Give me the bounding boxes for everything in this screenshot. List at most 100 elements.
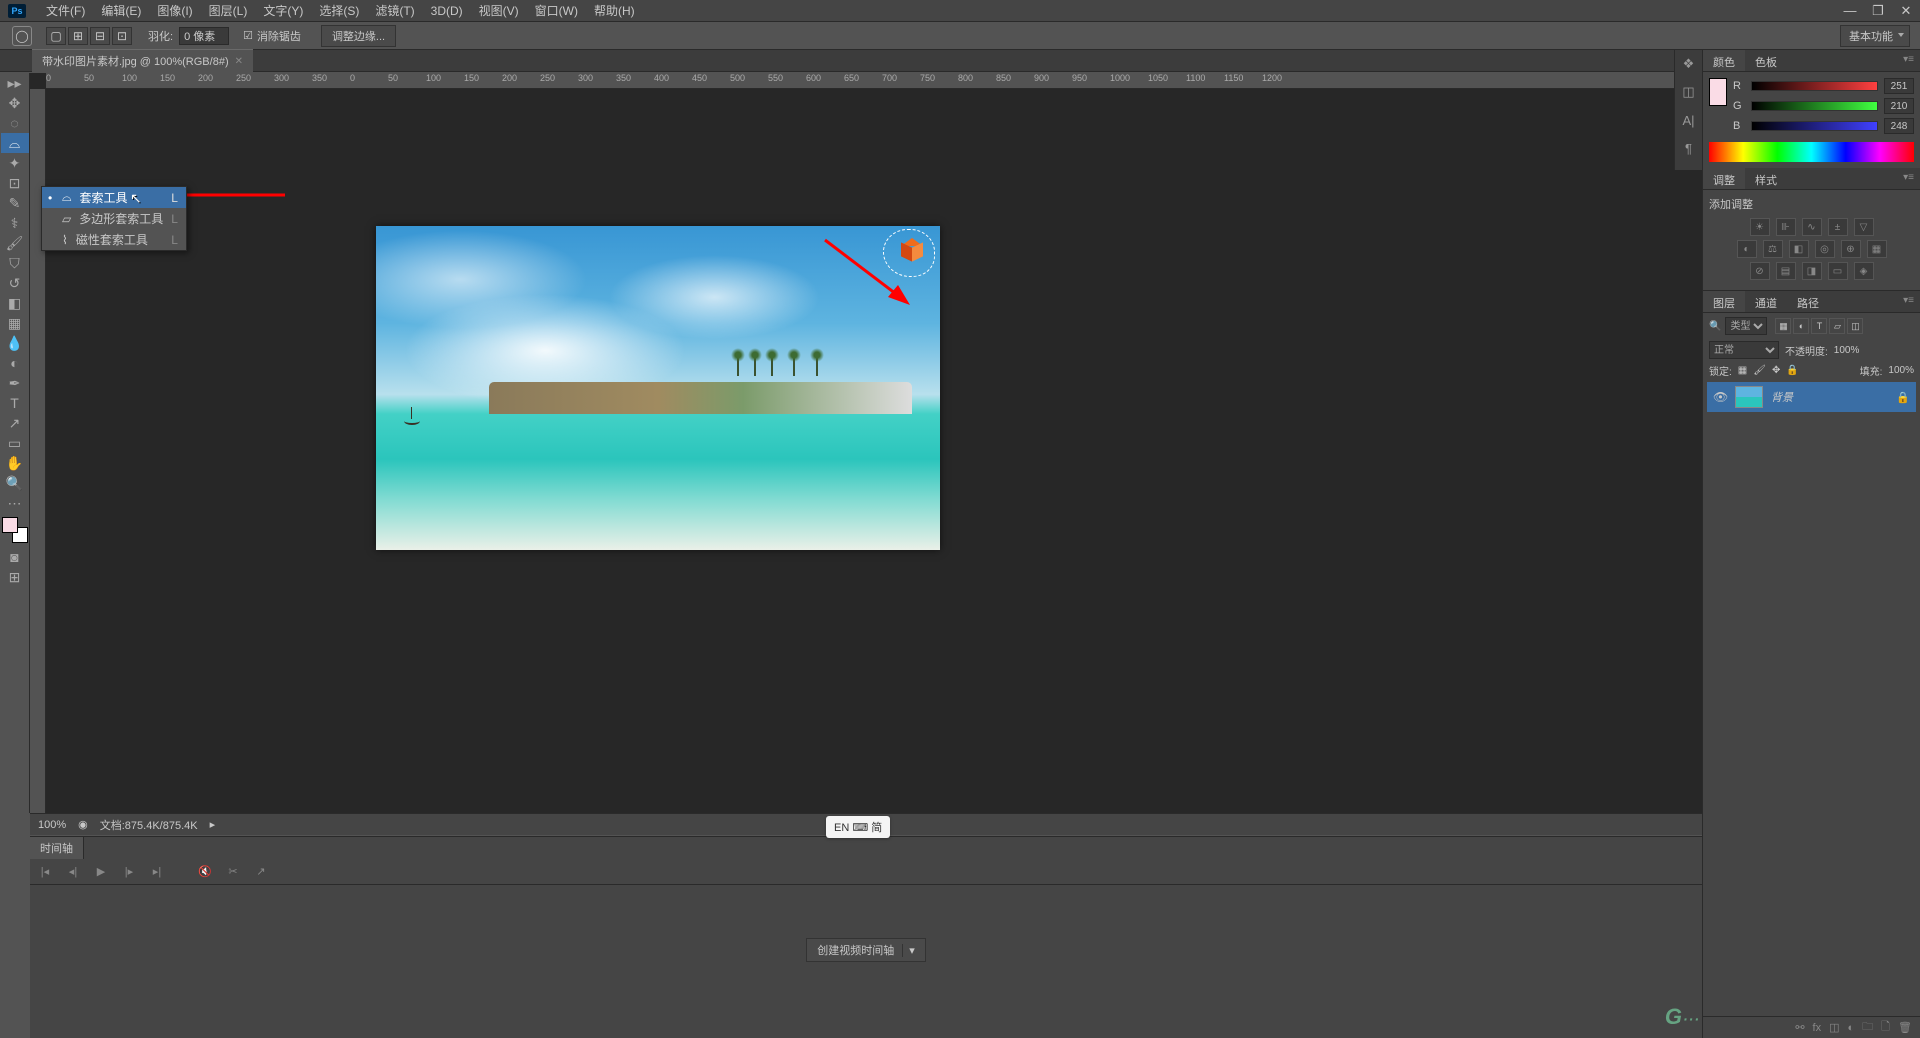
flyout-item-magnetic-lasso[interactable]: • ⌇ 磁性套索工具 L [42, 229, 186, 250]
hand-tool-icon[interactable]: ✋ [1, 453, 29, 473]
shape-tool-icon[interactable]: ▭ [1, 433, 29, 453]
flyout-item-polygonal-lasso[interactable]: • ▱ 多边形套索工具 L [42, 208, 186, 229]
menu-window[interactable]: 窗口(W) [527, 2, 586, 19]
lock-position-icon[interactable]: ✥ [1772, 365, 1780, 376]
r-slider[interactable] [1751, 81, 1878, 91]
document-tab-close-icon[interactable]: ✕ [235, 56, 243, 67]
blur-tool-icon[interactable]: 💧 [1, 333, 29, 353]
filter-adjustment-icon[interactable]: ◐ [1793, 318, 1809, 334]
goto-first-frame-icon[interactable]: |◂ [36, 865, 54, 878]
opacity-value[interactable]: 100% [1834, 345, 1860, 356]
path-selection-tool-icon[interactable]: ↗ [1, 413, 29, 433]
filter-shape-icon[interactable]: ▱ [1829, 318, 1845, 334]
selection-intersect-icon[interactable]: ⊡ [112, 27, 132, 45]
vibrance-icon[interactable]: ▽ [1854, 218, 1874, 236]
curves-icon[interactable]: ∿ [1802, 218, 1822, 236]
tab-adjustments[interactable]: 调整 [1703, 168, 1745, 189]
layer-thumbnail[interactable] [1735, 386, 1763, 408]
layer-fx-icon[interactable]: fx [1813, 1022, 1822, 1034]
selection-add-icon[interactable]: ⊞ [68, 27, 88, 45]
panel-menu-icon[interactable]: ▾≡ [1897, 50, 1920, 71]
clone-stamp-tool-icon[interactable]: ⛉ [1, 253, 29, 273]
color-balance-icon[interactable]: ⚖ [1763, 240, 1783, 258]
invert-icon[interactable]: ⊘ [1750, 262, 1770, 280]
goto-last-frame-icon[interactable]: ▸| [148, 865, 166, 878]
tab-paths[interactable]: 路径 [1787, 291, 1829, 312]
magic-wand-tool-icon[interactable]: ✦ [1, 153, 29, 173]
tab-styles[interactable]: 样式 [1745, 168, 1787, 189]
exposure-icon[interactable]: ± [1828, 218, 1848, 236]
menu-3d[interactable]: 3D(D) [423, 4, 471, 18]
screen-mode-tool-icon[interactable]: ⊞ [1, 567, 29, 587]
b-value-input[interactable]: 248 [1884, 118, 1914, 134]
menu-select[interactable]: 选择(S) [311, 2, 367, 19]
menu-layer[interactable]: 图层(L) [201, 2, 256, 19]
audio-mute-icon[interactable]: 🔇 [196, 865, 214, 878]
gradient-map-icon[interactable]: ▭ [1828, 262, 1848, 280]
chevron-down-icon[interactable]: ▾ [902, 944, 915, 957]
layer-mask-icon[interactable]: ◫ [1829, 1021, 1839, 1034]
marquee-tool-icon[interactable]: ◌ [1, 113, 29, 133]
fill-value[interactable]: 100% [1888, 365, 1914, 376]
menu-type[interactable]: 文字(Y) [255, 2, 311, 19]
feather-input[interactable]: 0 像素 [179, 27, 229, 45]
menu-edit[interactable]: 编辑(E) [93, 2, 149, 19]
antialias-checkbox[interactable]: ☑ 消除锯齿 [243, 28, 301, 44]
move-tool-icon[interactable]: ✥ [1, 93, 29, 113]
lasso-tool-icon[interactable]: ⌓ [1, 133, 29, 153]
dodge-tool-icon[interactable]: ◐ [1, 353, 29, 373]
timeline-tab[interactable]: 时间轴 [30, 837, 84, 859]
menu-filter[interactable]: 滤镜(T) [367, 2, 422, 19]
r-value-input[interactable]: 251 [1884, 78, 1914, 94]
menu-image[interactable]: 图像(I) [149, 2, 200, 19]
g-slider[interactable] [1751, 101, 1878, 111]
play-icon[interactable]: ▶ [92, 865, 110, 878]
brightness-contrast-icon[interactable]: ☀ [1750, 218, 1770, 236]
next-frame-icon[interactable]: |▸ [120, 865, 138, 878]
tab-swatches[interactable]: 色板 [1745, 50, 1787, 71]
refine-edge-button[interactable]: 调整边缘... [321, 25, 396, 47]
filter-type-icon[interactable]: T [1811, 318, 1827, 334]
hue-saturation-icon[interactable]: ◐ [1737, 240, 1757, 258]
link-layers-icon[interactable]: ⚯ [1795, 1021, 1804, 1034]
type-tool-icon[interactable]: T [1, 393, 29, 413]
b-slider[interactable] [1751, 121, 1878, 131]
channel-mixer-icon[interactable]: ⊕ [1841, 240, 1861, 258]
blend-mode-select[interactable]: 正常 [1709, 341, 1779, 359]
zoom-tool-icon[interactable]: 🔍 [1, 473, 29, 493]
black-white-icon[interactable]: ◧ [1789, 240, 1809, 258]
tab-color[interactable]: 颜色 [1703, 50, 1745, 71]
split-clip-icon[interactable]: ✂ [224, 865, 242, 878]
paragraph-panel-icon[interactable]: ¶ [1675, 134, 1702, 162]
status-nav-icon[interactable]: ◉ [78, 818, 88, 831]
delete-layer-icon[interactable]: 🗑 [1898, 1021, 1912, 1034]
g-value-input[interactable]: 210 [1884, 98, 1914, 114]
expand-handle-icon[interactable]: ▸▸ [1, 73, 29, 93]
document-tab[interactable]: 带水印图片素材.jpg @ 100%(RGB/8#) ✕ [32, 49, 253, 72]
color-panel-swatch[interactable] [1709, 78, 1727, 106]
filter-search-icon[interactable]: 🔍 [1709, 321, 1721, 332]
zoom-level[interactable]: 100% [38, 819, 66, 831]
foreground-color-swatch[interactable] [2, 517, 18, 533]
filter-smart-icon[interactable]: ◫ [1847, 318, 1863, 334]
tab-channels[interactable]: 通道 [1745, 291, 1787, 312]
lock-transparency-icon[interactable]: ▦ [1738, 365, 1747, 376]
menu-help[interactable]: 帮助(H) [586, 2, 643, 19]
properties-panel-icon[interactable]: ◫ [1675, 78, 1702, 106]
window-restore-icon[interactable]: ❐ [1864, 3, 1892, 19]
prev-frame-icon[interactable]: ◂| [64, 865, 82, 878]
menu-view[interactable]: 视图(V) [471, 2, 527, 19]
window-close-icon[interactable]: ✕ [1892, 3, 1920, 19]
panel-menu-icon[interactable]: ▾≡ [1897, 168, 1920, 189]
history-panel-icon[interactable]: ❖ [1675, 50, 1702, 78]
layer-visibility-icon[interactable]: 👁 [1713, 390, 1727, 404]
layer-filter-type-select[interactable]: 类型 [1725, 317, 1767, 335]
horizontal-ruler[interactable]: 0501001502002503003500501001502002503003… [46, 73, 1702, 89]
canvas-area[interactable] [46, 89, 1702, 813]
eyedropper-tool-icon[interactable]: ✎ [1, 193, 29, 213]
selection-subtract-icon[interactable]: ⊟ [90, 27, 110, 45]
crop-tool-icon[interactable]: ⊡ [1, 173, 29, 193]
pen-tool-icon[interactable]: ✒ [1, 373, 29, 393]
ime-indicator[interactable]: EN ⌨ 简 [826, 816, 890, 838]
new-fill-adjustment-icon[interactable]: ◐ [1848, 1022, 1855, 1034]
